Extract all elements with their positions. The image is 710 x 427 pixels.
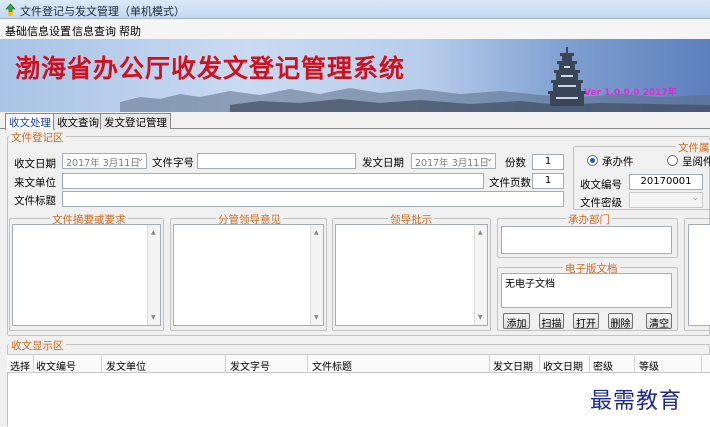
scroll-down-icon: ▼ xyxy=(314,314,319,321)
sender-input[interactable] xyxy=(62,173,484,189)
col-divider xyxy=(589,355,590,373)
radio-read[interactable] xyxy=(667,155,678,166)
col-divider xyxy=(225,355,226,373)
leader-instruction-textarea[interactable]: ▲ ▼ xyxy=(335,224,488,326)
radio-handle-label: 承办件 xyxy=(602,156,634,168)
pages-input[interactable]: 1 xyxy=(532,173,564,189)
scan-button[interactable]: 扫描 xyxy=(539,313,564,330)
doc-title-input[interactable] xyxy=(62,191,564,207)
scroll-down-icon: ▼ xyxy=(151,314,156,321)
scroll-up-icon: ▲ xyxy=(314,229,319,236)
dept-panel-title: 承办部门 xyxy=(566,212,612,227)
receive-no-label: 收文编号 xyxy=(580,179,622,191)
title-bar: 文件登记与发文管理（单机模式） xyxy=(0,0,710,19)
doc-title-label: 文件标题 xyxy=(14,195,56,207)
watermark: 最需教育 xyxy=(590,389,683,414)
scroll-down-icon: ▼ xyxy=(478,314,483,321)
send-date-picker[interactable]: 2017年 3月11日 ⌄ xyxy=(411,153,496,169)
leader-instruction-scrollbar[interactable]: ▲ ▼ xyxy=(474,225,487,325)
register-group-title: 文件登记区 xyxy=(9,130,66,145)
radio-read-label: 呈阅件 xyxy=(682,156,710,168)
col-sender[interactable]: 发文单位 xyxy=(106,358,146,373)
delete-button[interactable]: 删除 xyxy=(608,313,633,330)
summary-textarea[interactable]: ▲ ▼ xyxy=(12,224,161,326)
clear-button[interactable]: 清空 xyxy=(646,313,672,330)
menu-help[interactable]: 帮助 xyxy=(119,23,141,39)
col-divider xyxy=(101,355,102,373)
chevron-down-icon: ⌄ xyxy=(136,154,144,164)
table-header: 选择 收文编号 发文单位 发文字号 文件标题 发文日期 收文日期 密级 等级 xyxy=(7,354,710,373)
copies-input[interactable]: 1 xyxy=(532,154,564,170)
add-button[interactable]: 添加 xyxy=(503,313,530,330)
col-receive-date[interactable]: 收文日期 xyxy=(543,358,583,373)
doc-number-label: 文件字号 xyxy=(152,157,194,169)
scroll-up-icon: ▲ xyxy=(478,229,483,236)
menu-bar: 基础信息设置 信息查询 帮助 xyxy=(0,19,710,39)
leader-opinion-scrollbar[interactable]: ▲ ▼ xyxy=(310,225,323,325)
col-doc-number[interactable]: 发文字号 xyxy=(230,358,270,373)
col-send-date[interactable]: 发文日期 xyxy=(493,358,533,373)
receive-date-label: 收文日期 xyxy=(14,158,56,170)
doc-number-input[interactable] xyxy=(197,153,356,169)
send-date-label: 发文日期 xyxy=(362,157,404,169)
send-date-value: 2017年 3月11日 xyxy=(415,158,489,169)
leader-opinion-textarea[interactable]: ▲ ▼ xyxy=(173,224,324,326)
col-receive-no[interactable]: 收文编号 xyxy=(36,358,76,373)
pages-label: 文件页数 xyxy=(489,177,531,189)
chevron-down-icon: ⌄ xyxy=(485,154,493,164)
col-divider xyxy=(634,355,635,373)
sender-label: 来文单位 xyxy=(14,177,56,189)
secret-level-select[interactable]: ⌄ xyxy=(629,192,703,208)
menu-basic-settings[interactable]: 基础信息设置 xyxy=(5,23,71,39)
scroll-up-icon: ▲ xyxy=(151,229,156,236)
radio-handle[interactable] xyxy=(587,155,598,166)
tab-receive-query[interactable]: 收文查询 xyxy=(53,113,103,129)
display-group-title: 收文显示区 xyxy=(9,338,66,353)
copies-label: 份数 xyxy=(505,157,526,169)
receive-date-value: 2017年 3月11日 xyxy=(66,158,140,169)
open-button[interactable]: 打开 xyxy=(573,313,599,330)
col-select[interactable]: 选择 xyxy=(10,358,30,373)
col-secret-level[interactable]: 密级 xyxy=(593,358,613,373)
app-window: 文件登记与发文管理（单机模式） 基础信息设置 信息查询 帮助 渤海省办公厅收发文… xyxy=(0,0,710,427)
col-divider xyxy=(489,355,490,373)
window-title: 文件登记与发文管理（单机模式） xyxy=(20,5,185,18)
version-label: Ver 1.0.0.0 2017年 xyxy=(584,88,677,98)
summary-scrollbar[interactable]: ▲ ▼ xyxy=(147,225,160,325)
col-divider xyxy=(33,355,34,373)
col-divider xyxy=(307,355,308,373)
receive-date-picker[interactable]: 2017年 3月11日 ⌄ xyxy=(62,153,147,169)
file-attr-group-title: 文件属 xyxy=(676,140,710,155)
system-title: 渤海省办公厅收发文登记管理系统 xyxy=(15,54,406,83)
edoc-status: 无电子文档 xyxy=(505,279,555,290)
menu-info-query[interactable]: 信息查询 xyxy=(72,23,116,39)
extra-textarea[interactable] xyxy=(688,224,710,326)
secret-level-label: 文件密级 xyxy=(580,197,622,209)
col-divider xyxy=(539,355,540,373)
banner: 渤海省办公厅收发文登记管理系统 Ver 1.0.0.0 2017年 xyxy=(0,39,710,112)
tab-send-registration[interactable]: 发文登记管理 xyxy=(100,113,171,129)
col-priority[interactable]: 等级 xyxy=(639,358,659,373)
chevron-down-icon: ⌄ xyxy=(691,193,699,203)
tab-receive-processing[interactable]: 收文处理 xyxy=(5,113,55,130)
edoc-list[interactable]: 无电子文档 xyxy=(501,273,672,308)
dept-input[interactable] xyxy=(501,226,672,254)
col-divider xyxy=(701,355,702,373)
app-icon xyxy=(5,3,16,16)
receive-no-input[interactable]: 20170001 xyxy=(629,174,703,190)
col-doc-title[interactable]: 文件标题 xyxy=(312,358,352,373)
